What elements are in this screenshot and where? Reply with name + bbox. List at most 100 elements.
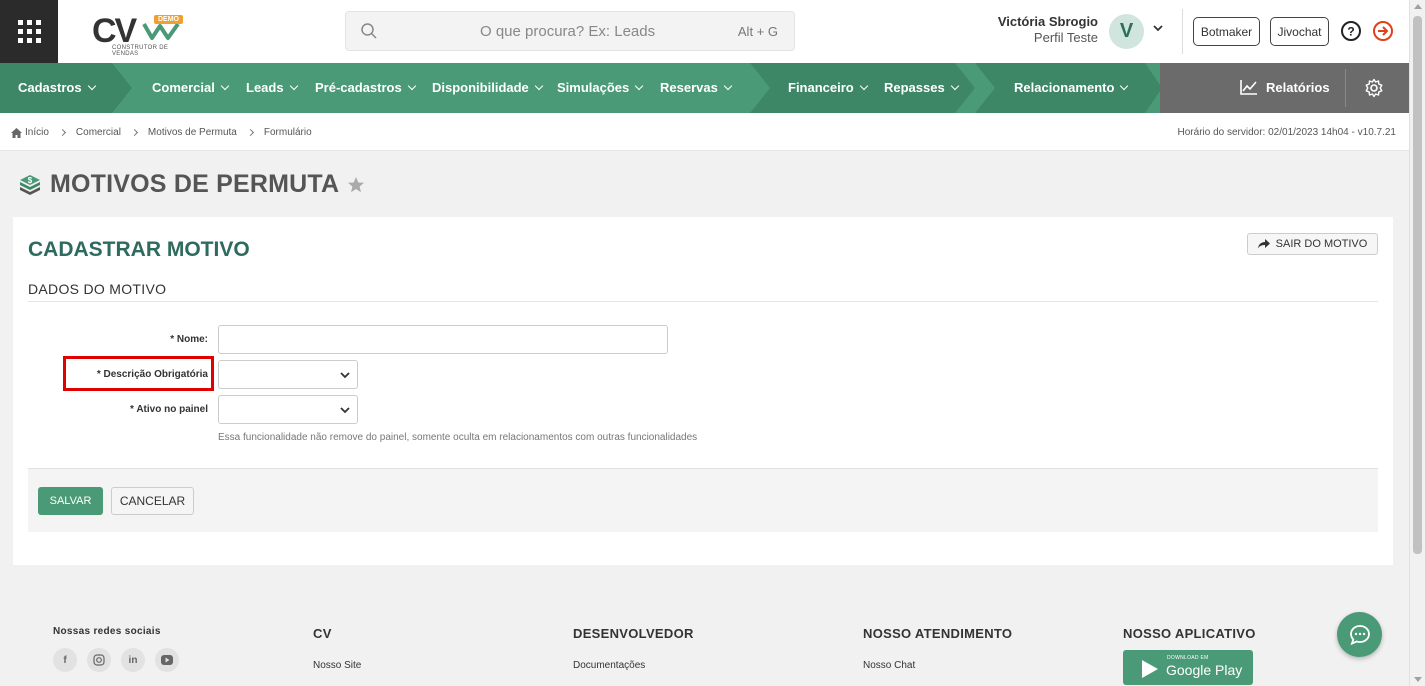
user-name: Victória Sbrogio — [997, 14, 1098, 29]
nav-label: Cadastros — [18, 80, 82, 95]
search-bar[interactable]: O que procura? Ex: Leads Alt + G — [345, 11, 795, 51]
scroll-thumb[interactable] — [1413, 16, 1422, 554]
chevron-down-icon[interactable] — [1152, 22, 1164, 34]
cancel-button[interactable]: CANCELAR — [111, 487, 194, 515]
nav-pre-cadastros[interactable]: Pré-cadastros — [315, 80, 416, 95]
logout-icon[interactable] — [1372, 20, 1394, 42]
description-required-label: * Descrição Obrigatória — [96, 369, 208, 380]
footer-chat-link[interactable]: Nosso Chat — [863, 660, 915, 671]
logo-subtitle: CONSTRUTOR DE VENDAS — [112, 45, 169, 57]
footer-app-title: NOSSO APLICATIVO — [1123, 626, 1256, 641]
chat-button[interactable] — [1337, 612, 1382, 657]
nav-label: Leads — [246, 80, 284, 95]
header-divider — [1182, 9, 1183, 54]
nav-reservas[interactable]: Reservas — [660, 80, 733, 95]
google-play-button[interactable]: DOWNLOAD EM Google Play — [1123, 650, 1253, 685]
apps-menu-button[interactable] — [0, 0, 58, 63]
chevron-down-icon — [635, 81, 644, 91]
google-play-small-text: DOWNLOAD EM — [1167, 655, 1209, 661]
avatar[interactable]: V — [1109, 14, 1144, 49]
user-profile: Perfil Teste — [1033, 30, 1098, 45]
nav-simulacoes[interactable]: Simulações — [557, 80, 644, 95]
chevron-down-icon — [220, 81, 230, 91]
save-button[interactable]: SALVAR — [38, 487, 103, 515]
help-icon[interactable]: ? — [1340, 20, 1362, 42]
nav-label: Disponibilidade — [432, 80, 529, 95]
chevron-down-icon — [1120, 81, 1129, 91]
form-card: CADASTRAR MOTIVO SAIR DO MOTIVO DADOS DO… — [13, 217, 1393, 565]
star-icon[interactable] — [347, 176, 365, 194]
nav-leads[interactable]: Leads — [246, 80, 298, 95]
footer-social-title: Nossas redes sociais — [53, 626, 161, 637]
footer-docs-link[interactable]: Documentações — [573, 660, 645, 671]
botmaker-button[interactable]: Botmaker — [1193, 17, 1260, 46]
nav-relacionamento[interactable]: Relacionamento — [1014, 80, 1129, 95]
youtube-icon[interactable] — [155, 648, 179, 672]
nav-label: Reservas — [660, 80, 718, 95]
gear-icon[interactable] — [1364, 78, 1384, 98]
name-label: * Nome: — [170, 334, 208, 345]
chevron-down-icon — [407, 81, 416, 91]
google-play-icon — [1142, 660, 1158, 678]
scroll-up-icon[interactable] — [1414, 4, 1422, 9]
scroll-down-icon[interactable] — [1414, 677, 1422, 682]
footer-cv-title: CV — [313, 626, 332, 641]
google-play-text: Google Play — [1166, 662, 1243, 678]
chevron-down-icon — [289, 81, 298, 91]
form-title: CADASTRAR MOTIVO — [28, 238, 250, 261]
breadcrumb-motivos[interactable]: Motivos de Permuta — [148, 127, 237, 138]
search-icon — [361, 23, 377, 39]
section-divider — [28, 301, 1378, 302]
page-header: $ MOTIVOS DE PERMUTA — [18, 170, 365, 199]
name-input[interactable] — [218, 325, 668, 354]
svg-text:?: ? — [1347, 25, 1354, 39]
chevron-down-icon — [534, 81, 544, 91]
breadcrumb-home[interactable]: Início — [25, 127, 49, 138]
instagram-icon[interactable] — [87, 648, 111, 672]
share-arrow-icon — [1257, 239, 1270, 249]
nav-label: Financeiro — [788, 80, 854, 95]
page-scrollbar[interactable] — [1409, 0, 1425, 686]
nav-label: Simulações — [557, 80, 630, 95]
chevron-down-icon — [723, 81, 733, 91]
nav-label: Comercial — [152, 80, 215, 95]
nav-reports[interactable]: Relatórios — [1240, 79, 1330, 95]
nav-divider — [1345, 69, 1346, 107]
breadcrumb-current: Formulário — [263, 127, 312, 138]
active-panel-help: Essa funcionalidade não remove do painel… — [218, 432, 698, 443]
nav-label: Relacionamento — [1014, 80, 1115, 95]
user-info[interactable]: Victória Sbrogio Perfil Teste — [980, 14, 1098, 45]
footer-site-link[interactable]: Nosso Site — [313, 660, 361, 671]
nav-financeiro[interactable]: Financeiro — [788, 80, 868, 95]
chart-line-icon — [1240, 80, 1257, 95]
nav-repasses[interactable]: Repasses — [884, 80, 959, 95]
chat-bubble-icon — [1349, 624, 1370, 645]
chevron-down-icon — [859, 81, 868, 91]
chevron-right-icon — [246, 128, 254, 137]
social-links: f in — [53, 648, 179, 672]
active-panel-select[interactable] — [218, 395, 358, 424]
top-header: CV DEMO CONSTRUTOR DE VENDAS O que procu… — [0, 0, 1409, 63]
search-shortcut: Alt + G — [737, 24, 778, 39]
logo[interactable]: CV DEMO CONSTRUTOR DE VENDAS — [90, 10, 186, 57]
nav-comercial[interactable]: Comercial — [152, 80, 230, 95]
jivochat-button[interactable]: Jivochat — [1270, 17, 1329, 46]
form-actions: SALVAR CANCELAR — [28, 468, 1378, 532]
search-placeholder: O que procura? Ex: Leads — [480, 23, 656, 40]
facebook-icon[interactable]: f — [53, 648, 77, 672]
breadcrumb-comercial[interactable]: Comercial — [76, 127, 121, 138]
chevron-right-icon — [58, 128, 66, 137]
chevron-right-icon — [130, 128, 138, 137]
server-time: Horário do servidor: 02/01/2023 14h04 - … — [1177, 127, 1396, 138]
nav-cadastros[interactable]: Cadastros — [18, 80, 96, 95]
linkedin-icon[interactable]: in — [121, 648, 145, 672]
chevron-down-icon — [340, 407, 350, 414]
description-required-select[interactable] — [218, 360, 358, 389]
page-title: MOTIVOS DE PERMUTA — [50, 170, 340, 198]
breadcrumb-bar: Início Comercial Motivos de Permuta Form… — [0, 113, 1409, 151]
breadcrumb: Início Comercial Motivos de Permuta Form… — [11, 127, 312, 138]
nav-disponibilidade[interactable]: Disponibilidade — [432, 80, 544, 95]
exit-button[interactable]: SAIR DO MOTIVO — [1247, 233, 1378, 255]
money-exchange-icon: $ — [20, 174, 40, 195]
nav-reports-label: Relatórios — [1266, 79, 1330, 95]
